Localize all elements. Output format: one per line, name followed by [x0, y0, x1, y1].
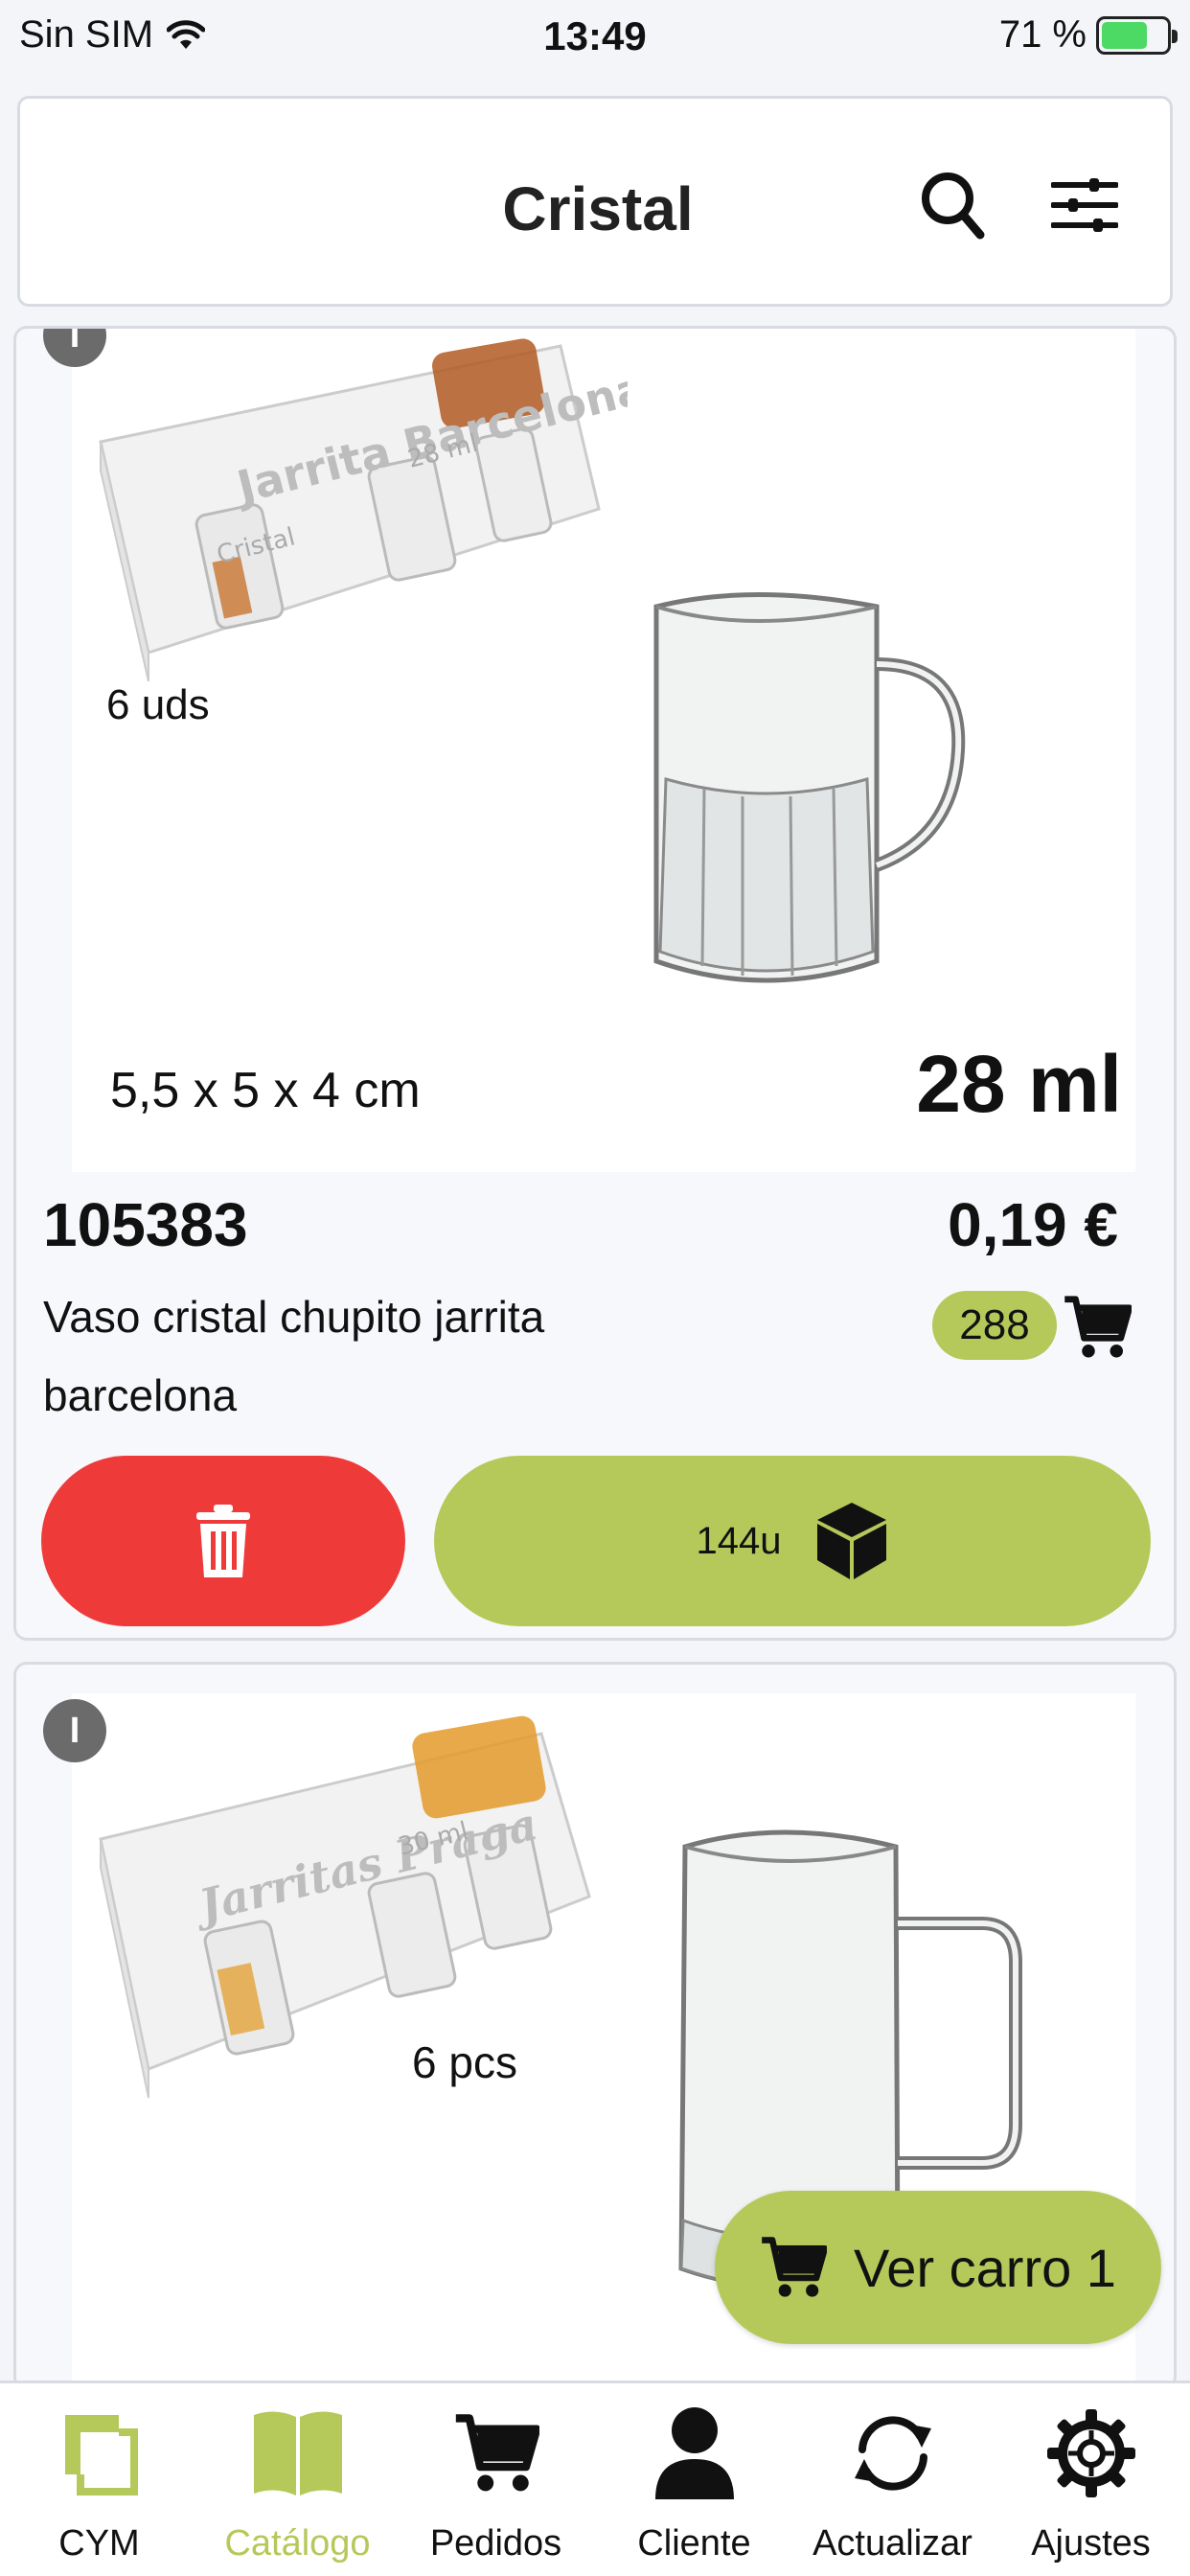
product-price: 0,19 € — [948, 1190, 1118, 1259]
product-code: 105383 — [43, 1190, 248, 1259]
units-label: 6 pcs — [412, 2037, 517, 2087]
app-header: Cristal — [17, 96, 1173, 307]
pack-label: 144u — [696, 1519, 782, 1562]
nav-label: Actualizar — [812, 2523, 973, 2564]
cym-logo-icon — [64, 2415, 138, 2496]
nav-item-ajustes[interactable]: Ajustes — [992, 2383, 1190, 2576]
bottom-nav: CYM Catálogo Pedidos Cliente Actualizar … — [0, 2380, 1190, 2576]
delete-button[interactable] — [41, 1456, 405, 1626]
nav-label: Ajustes — [1031, 2523, 1151, 2564]
battery-group: 71 % — [998, 13, 1178, 57]
view-cart-label: Ver carro 1 — [854, 2237, 1116, 2298]
cart-icon[interactable] — [1063, 1293, 1133, 1367]
volume-label: 28 ml — [916, 1039, 1122, 1129]
stock-badge: 288 — [932, 1291, 1057, 1360]
nav-label: Cliente — [637, 2523, 751, 2564]
product-card[interactable]: Jarrita Barcelona Cristal 28 ml 6 uds 5,… — [13, 326, 1177, 1641]
sliders-icon[interactable] — [1041, 162, 1128, 248]
refresh-icon — [854, 2416, 931, 2491]
nav-label: CYM — [58, 2523, 140, 2564]
nav-item-pedidos[interactable]: Pedidos — [397, 2383, 595, 2576]
glass-mug-illustration — [653, 592, 966, 983]
user-icon — [654, 2407, 734, 2499]
units-label: 6 uds — [106, 681, 210, 728]
page-title: Cristal — [502, 174, 694, 243]
gear-icon — [1046, 2409, 1135, 2497]
product-image: Jarrita Barcelona Cristal 28 ml 6 uds 5,… — [72, 329, 1135, 1172]
nav-item-catalogo[interactable]: Catálogo — [198, 2383, 397, 2576]
nav-item-cym[interactable]: CYM — [0, 2383, 198, 2576]
cart-icon — [455, 2414, 539, 2492]
book-icon — [253, 2411, 342, 2496]
nav-item-cliente[interactable]: Cliente — [595, 2383, 793, 2576]
dimensions-label: 5,5 x 5 x 4 cm — [110, 1063, 421, 1118]
status-bar: Sin SIM 13:49 71 % — [0, 0, 1190, 77]
battery-percent: 71 % — [998, 13, 1087, 56]
battery-icon — [1096, 15, 1178, 55]
gift-box-illustration: Jarritas Praga 30 ml — [99, 1715, 591, 2099]
add-pack-button[interactable]: 144u — [434, 1456, 1151, 1626]
nav-label: Pedidos — [429, 2523, 562, 2564]
nav-item-actualizar[interactable]: Actualizar — [793, 2383, 992, 2576]
box-icon — [817, 1503, 887, 1579]
product-name: Vaso cristal chupito jarrita barcelona — [43, 1292, 545, 1420]
info-badge: I — [43, 1699, 106, 1762]
nav-label: Catálogo — [224, 2523, 371, 2564]
view-cart-button[interactable]: Ver carro 1 — [715, 2191, 1161, 2344]
gift-box-illustration: Jarrita Barcelona Cristal 28 ml — [99, 338, 628, 681]
cart-icon — [762, 2237, 828, 2297]
search-icon[interactable] — [909, 162, 995, 248]
trash-icon — [196, 1505, 250, 1577]
